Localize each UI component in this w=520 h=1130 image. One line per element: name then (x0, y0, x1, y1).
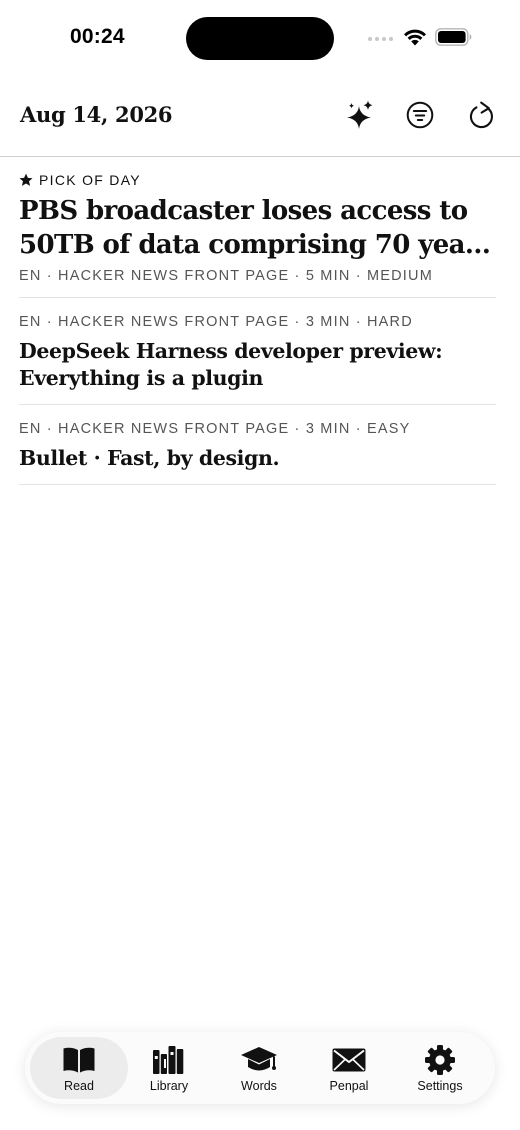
books-icon (153, 1046, 184, 1074)
featured-article-title: PBS broadcaster loses access to 50TB of … (19, 196, 493, 260)
filter-icon (406, 101, 434, 129)
sparkle-icon (347, 100, 373, 129)
tab-read[interactable]: Read (30, 1037, 128, 1099)
pick-of-day-label: PICK OF DAY (19, 158, 496, 188)
wifi-icon (403, 28, 427, 51)
header-date: Aug 14, 2026 (20, 102, 173, 127)
tab-words[interactable]: Words (210, 1037, 308, 1099)
article-title: DeepSeek Harness developer preview: Ever… (19, 339, 443, 390)
featured-article[interactable]: PICK OF DAY PBS broadcaster loses access… (19, 158, 496, 298)
graduation-cap-icon (241, 1047, 277, 1071)
gear-icon (425, 1045, 455, 1075)
top-header: Aug 14, 2026 (0, 82, 520, 157)
list-item[interactable]: EN · HACKER NEWS FRONT PAGE · 3 MIN · EA… (19, 405, 496, 485)
tab-words-label: Words (241, 1079, 277, 1093)
tab-library-label: Library (149, 1079, 189, 1093)
status-bar: 00:24 (0, 0, 520, 78)
tab-settings[interactable]: Settings (391, 1037, 489, 1099)
filter-button[interactable] (403, 98, 437, 132)
envelope-icon (332, 1048, 366, 1072)
dynamic-island (186, 17, 334, 60)
status-icons (368, 26, 472, 52)
article-meta: EN · HACKER NEWS FRONT PAGE · 3 MIN · EA… (19, 421, 411, 437)
article-meta: EN · HACKER NEWS FRONT PAGE · 3 MIN · HA… (19, 314, 413, 330)
refresh-button[interactable] (465, 98, 499, 132)
list-item[interactable]: EN · HACKER NEWS FRONT PAGE · 3 MIN · HA… (19, 298, 496, 405)
tab-library[interactable]: Library (120, 1037, 218, 1099)
tab-penpal[interactable]: Penpal (300, 1037, 398, 1099)
tab-read-label: Read (64, 1079, 94, 1093)
article-feed: PICK OF DAY PBS broadcaster loses access… (19, 158, 496, 485)
cellular-signal-icon (368, 37, 393, 41)
featured-article-meta: EN · HACKER NEWS FRONT PAGE · 5 MIN · ME… (19, 268, 433, 284)
refresh-icon (469, 101, 493, 129)
pick-of-day-text: PICK OF DAY (39, 172, 141, 188)
star-icon (19, 173, 33, 186)
battery-icon (435, 27, 472, 51)
book-open-icon (63, 1047, 95, 1073)
article-title: Bullet · Fast, by design. (19, 446, 280, 470)
bottom-tab-bar: Read Library Words Penpal Settings (25, 1032, 495, 1104)
tab-penpal-label: Penpal (329, 1079, 369, 1093)
status-time: 00:24 (70, 25, 125, 48)
ai-sparkle-button[interactable] (343, 98, 377, 132)
tab-settings-label: Settings (417, 1079, 463, 1093)
